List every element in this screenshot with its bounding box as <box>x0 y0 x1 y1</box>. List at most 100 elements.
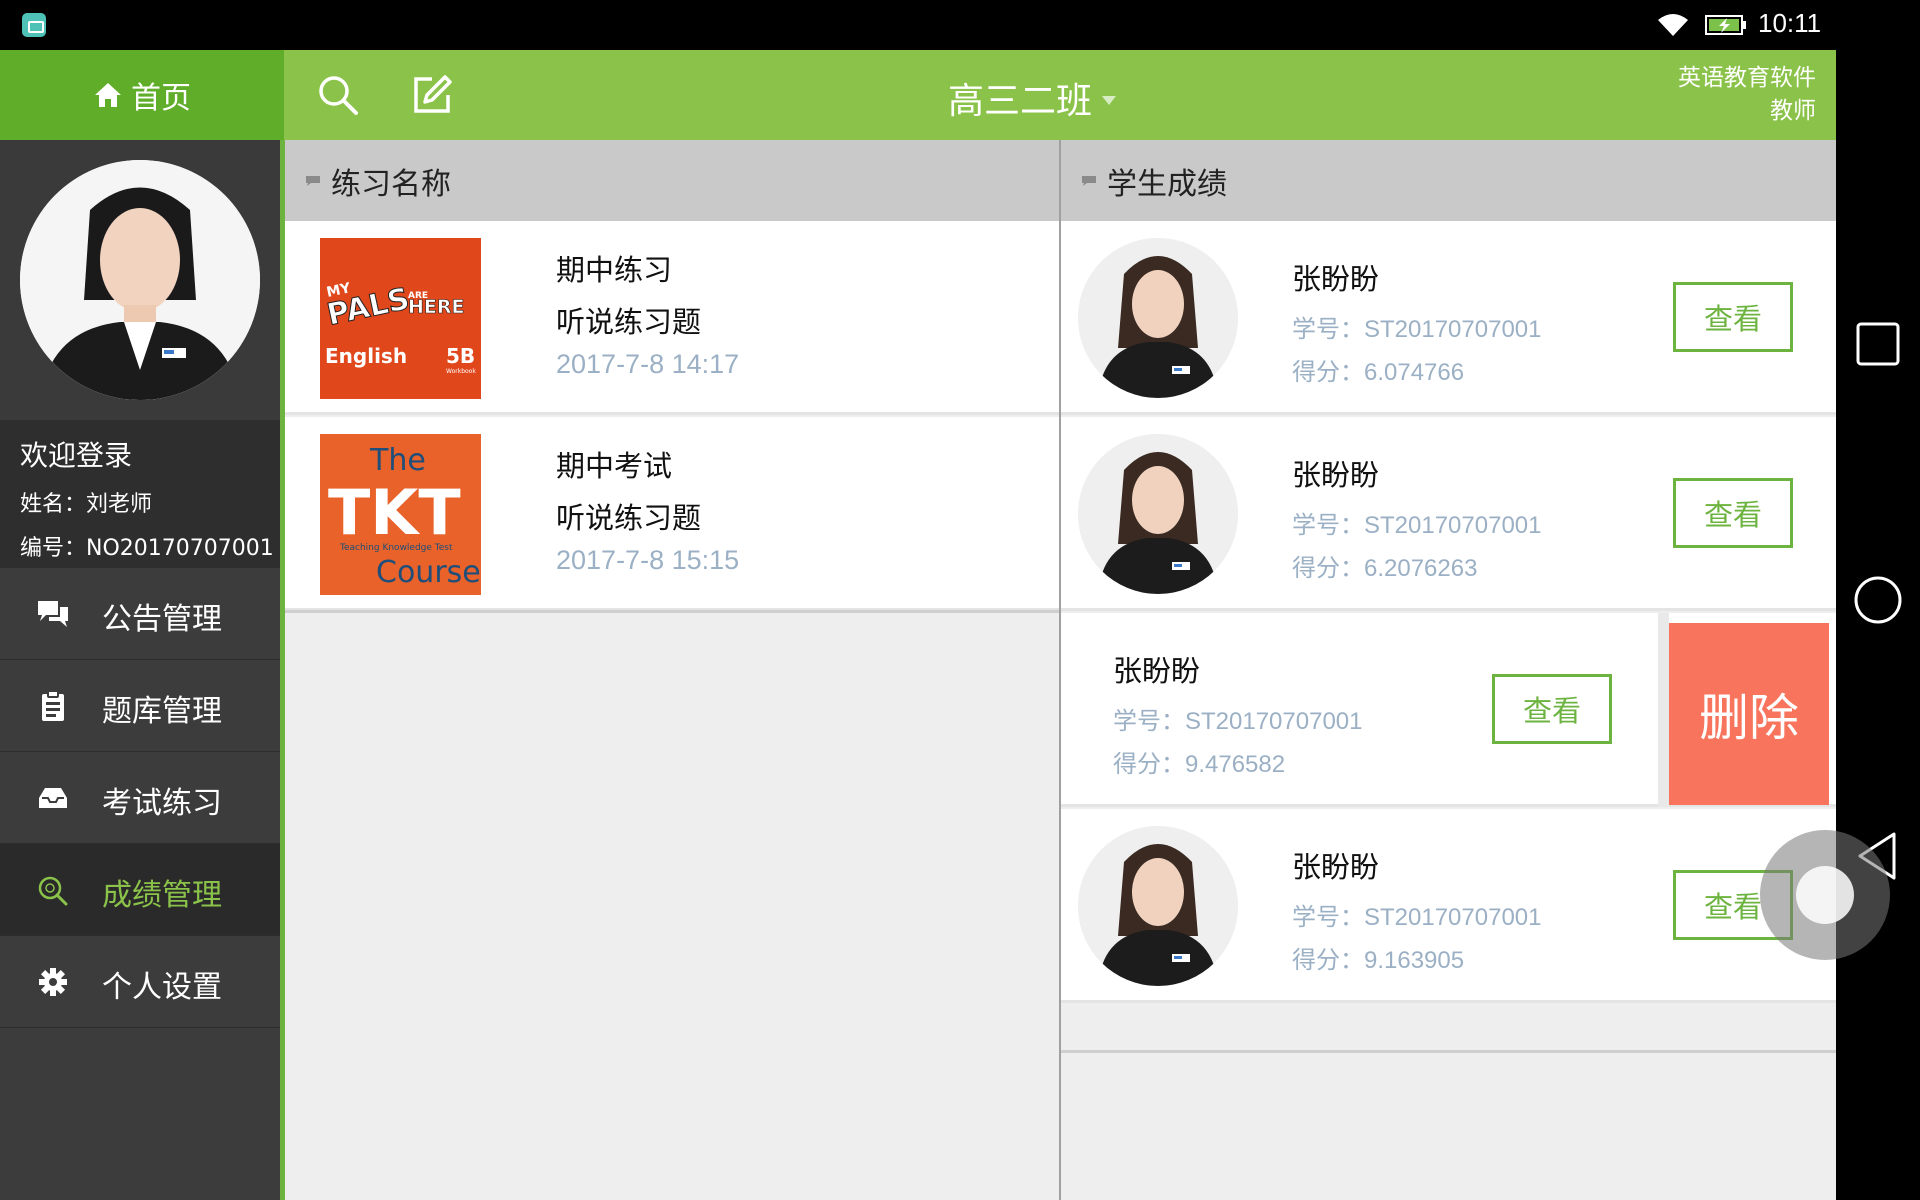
exercise-time: 2017-7-8 14:17 <box>556 349 740 379</box>
exercise-item[interactable]: The TKT Teaching Knowledge Test Course 期… <box>285 417 1059 611</box>
class-name: 高三二班 <box>948 81 1093 122</box>
svg-text:TKT: TKT <box>328 476 461 549</box>
svg-text:5B: 5B <box>446 344 475 368</box>
sidebar-item-label: 个人设置 <box>102 970 222 1005</box>
book-cover-pals: MY PALS ARE HERE English 5B Workbook <box>320 238 481 399</box>
sidebar-item-label: 考试练习 <box>102 786 222 821</box>
student-name: 张盼盼 <box>1292 262 1380 296</box>
score-list-header: 学生成绩 <box>1061 140 1836 221</box>
sidebar-item-grades[interactable]: 成绩管理 <box>0 844 280 936</box>
student-avatar <box>1078 434 1238 594</box>
exercise-time: 2017-7-8 15:15 <box>556 545 740 575</box>
student-name: 张盼盼 <box>1113 654 1201 688</box>
student-score: 得分：6.074766 <box>1292 359 1465 386</box>
student-photo <box>1078 434 1238 594</box>
sidebar-menu: 公告管理 题库管理 考试练习 成绩管理 个人设置 <box>0 568 280 1028</box>
comment-icon <box>306 175 320 186</box>
dropdown-caret-icon <box>1102 95 1117 105</box>
exercise-item[interactable]: MY PALS ARE HERE English 5B Workbook 期中练… <box>285 221 1059 415</box>
clock: 10:11 <box>1758 8 1822 38</box>
teacher-name: 姓名：刘老师 <box>20 492 153 517</box>
svg-text:English: English <box>325 344 407 368</box>
svg-text:HERE: HERE <box>408 296 465 318</box>
list-divider <box>1061 1050 1836 1053</box>
teacher-avatar[interactable] <box>20 160 260 400</box>
teacher-id: 编号：NO20170707001 <box>20 536 274 561</box>
assistive-touch-button[interactable] <box>1760 830 1890 960</box>
battery-charging-icon <box>1705 15 1746 35</box>
home-label: 首页 <box>131 81 191 116</box>
sidebar-item-label: 公告管理 <box>102 602 222 637</box>
exercise-cover: The TKT Teaching Knowledge Test Course <box>320 434 481 595</box>
swipe-gap <box>1658 613 1669 807</box>
top-bar: 首页 高三二班 英语教育软件 教师 <box>0 50 1836 140</box>
sidebar-item-announcements[interactable]: 公告管理 <box>0 568 280 660</box>
student-photo <box>1078 238 1238 398</box>
exercise-title: 期中练习 <box>556 253 673 287</box>
svg-text:Workbook: Workbook <box>446 368 476 375</box>
sidebar-item-settings[interactable]: 个人设置 <box>0 936 280 1028</box>
app-window: 首页 高三二班 英语教育软件 教师 欢迎登录 姓名：刘老师 编号：NO20170… <box>0 50 1836 1200</box>
student-score: 得分：9.163905 <box>1292 947 1465 974</box>
recents-icon[interactable] <box>1852 318 1904 370</box>
student-photo <box>1078 826 1238 986</box>
view-button[interactable]: 查看 <box>1673 478 1793 548</box>
exercise-subtitle: 听说练习题 <box>556 305 702 339</box>
student-score: 得分：6.2076263 <box>1292 555 1478 582</box>
exercise-title: 期中考试 <box>556 449 673 483</box>
home-icon <box>95 83 121 107</box>
brand: 英语教育软件 教师 <box>1678 62 1816 128</box>
svg-text:Teaching Knowledge Test: Teaching Knowledge Test <box>339 543 453 553</box>
view-button[interactable]: 查看 <box>1673 282 1793 352</box>
welcome-card: 欢迎登录 姓名：刘老师 编号：NO20170707001 <box>0 420 280 568</box>
home-tab[interactable]: 首页 <box>0 50 284 140</box>
student-score-row[interactable]: 张盼盼 学号：ST20170707001 得分：9.163905 查看 <box>1061 809 1836 1003</box>
student-id: 学号：ST20170707001 <box>1292 512 1542 539</box>
sidebar-item-label: 成绩管理 <box>102 878 222 913</box>
student-id: 学号：ST20170707001 <box>1113 708 1363 735</box>
edit-icon[interactable] <box>410 73 454 117</box>
user-role: 教师 <box>1770 98 1816 124</box>
welcome-title: 欢迎登录 <box>20 439 133 472</box>
sidebar-item-exam-practice[interactable]: 考试练习 <box>0 752 280 844</box>
student-score-row-swiped[interactable]: 张盼盼 学号：ST20170707001 得分：9.476582 查看 删除 <box>1061 613 1836 807</box>
class-selector[interactable]: 高三二班 <box>948 72 1117 124</box>
sidebar-item-question-bank[interactable]: 题库管理 <box>0 660 280 752</box>
student-score-row[interactable]: 张盼盼 学号：ST20170707001 得分：6.2076263 查看 <box>1061 417 1836 611</box>
student-score: 得分：9.476582 <box>1113 751 1286 778</box>
student-name: 张盼盼 <box>1292 458 1380 492</box>
sidebar: 欢迎登录 姓名：刘老师 编号：NO20170707001 公告管理 题库管理 考… <box>0 140 280 1200</box>
status-bar: 10:11 <box>0 0 1836 50</box>
svg-text:The: The <box>369 443 426 478</box>
student-id: 学号：ST20170707001 <box>1292 316 1542 343</box>
sidebar-item-label: 题库管理 <box>102 694 222 729</box>
inbox-tray-icon <box>39 788 67 808</box>
chat-bubbles-icon <box>38 601 68 627</box>
teacher-photo <box>20 160 260 400</box>
book-cover-tkt: The TKT Teaching Knowledge Test Course <box>320 434 481 595</box>
wifi-icon <box>1658 14 1688 36</box>
comment-icon <box>1082 175 1096 186</box>
delete-button[interactable]: 删除 <box>1669 623 1829 805</box>
android-app-icon <box>22 13 46 37</box>
view-button[interactable]: 查看 <box>1492 674 1612 744</box>
gear-icon <box>39 968 67 996</box>
brand-name: 英语教育软件 <box>1678 65 1816 91</box>
student-score-row[interactable]: 张盼盼 学号：ST20170707001 得分：6.074766 查看 <box>1061 221 1836 415</box>
student-avatar <box>1078 238 1238 398</box>
profile-area <box>0 140 280 420</box>
system-nav-bar <box>1836 0 1920 1200</box>
score-list-title: 学生成绩 <box>1107 166 1227 202</box>
student-name: 张盼盼 <box>1292 850 1380 884</box>
list-divider <box>285 610 1059 613</box>
search-icon[interactable] <box>316 73 360 117</box>
exercise-list-title: 练习名称 <box>331 166 451 202</box>
home-circle-icon[interactable] <box>1852 574 1904 626</box>
exercise-list-header: 练习名称 <box>285 140 1059 221</box>
magnify-score-icon <box>38 876 68 906</box>
exercise-cover: MY PALS ARE HERE English 5B Workbook <box>320 238 481 399</box>
student-id: 学号：ST20170707001 <box>1292 904 1542 931</box>
clipboard-icon <box>42 690 64 721</box>
student-avatar <box>1078 826 1238 986</box>
svg-text:Course: Course <box>376 555 481 590</box>
